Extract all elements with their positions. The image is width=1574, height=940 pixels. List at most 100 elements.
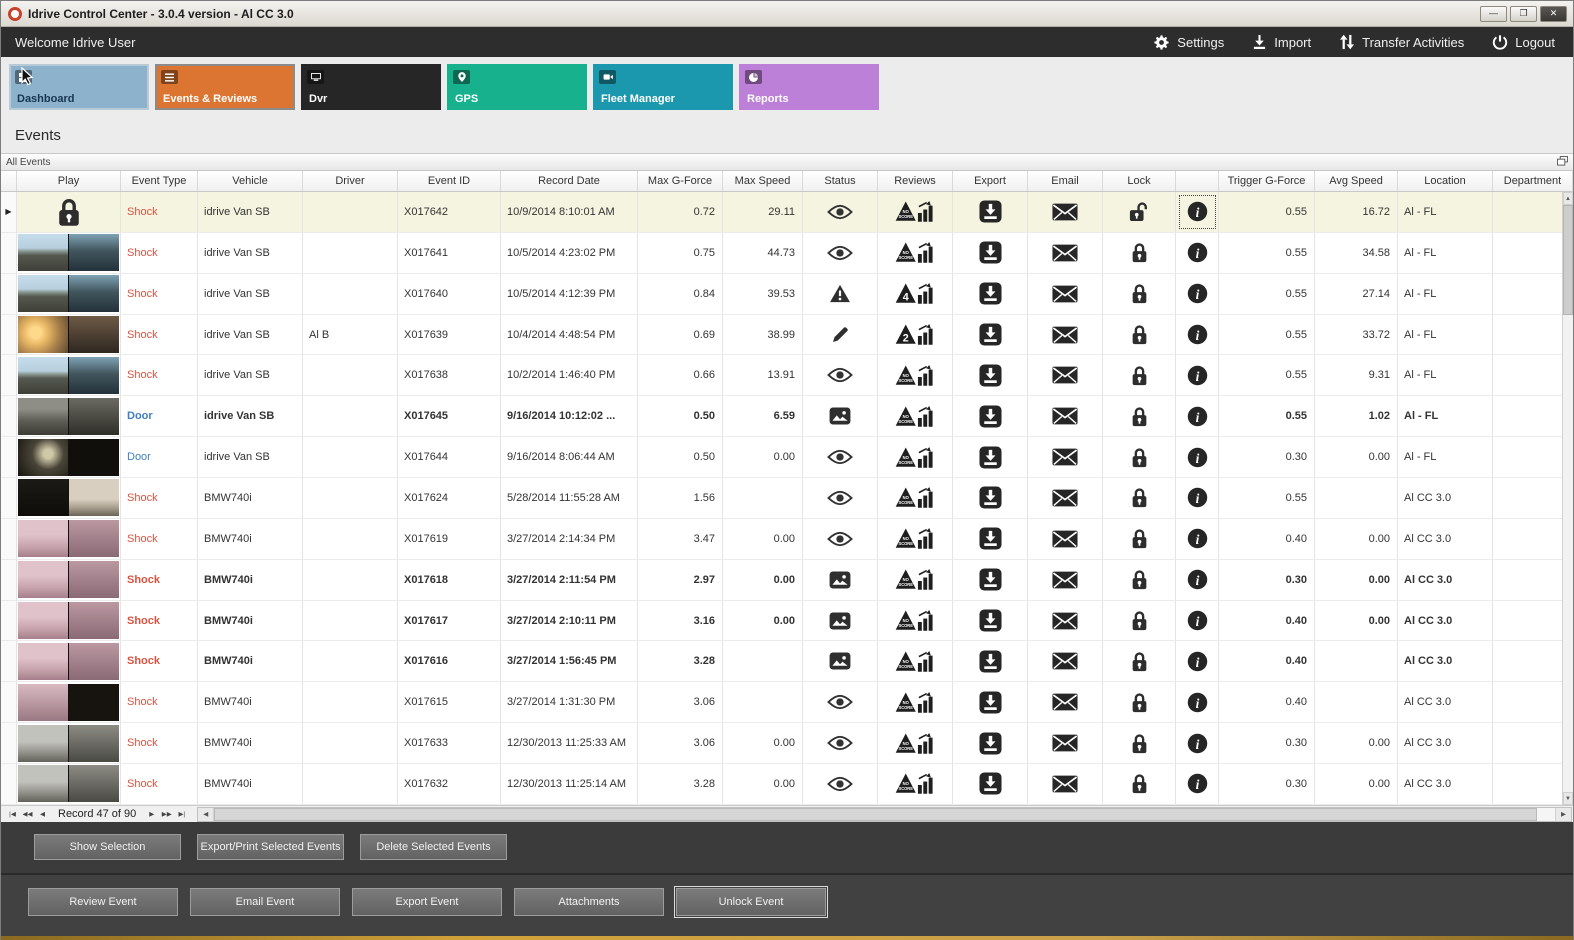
- column-header-location[interactable]: Location: [1398, 171, 1493, 191]
- table-row[interactable]: Shock idrive Van SB X017638 10/2/2014 1:46:…: [1, 355, 1573, 397]
- tab-events-reviews[interactable]: Events & Reviews: [155, 64, 295, 110]
- vertical-scrollbar-thumb[interactable]: [1563, 205, 1573, 315]
- export-icon[interactable]: [953, 478, 1028, 518]
- column-header-lock[interactable]: Lock: [1103, 171, 1176, 191]
- event-video-thumbnail[interactable]: [17, 600, 121, 641]
- table-row[interactable]: Shock BMW740i X017624 5/28/2014 11:55:28 AM…: [1, 478, 1573, 519]
- event-video-thumbnail[interactable]: [17, 396, 121, 437]
- lock-icon[interactable]: [1103, 641, 1176, 682]
- info-icon[interactable]: i: [1176, 355, 1219, 396]
- tab-dvr[interactable]: Dvr: [301, 64, 441, 110]
- export-icon[interactable]: [953, 396, 1028, 437]
- reviews-score-icon[interactable]: NO SCORE: [878, 478, 953, 518]
- column-header-blank[interactable]: [1176, 171, 1219, 191]
- event-video-thumbnail[interactable]: [17, 314, 121, 355]
- export-icon[interactable]: [953, 559, 1028, 600]
- export-icon[interactable]: [953, 682, 1028, 723]
- info-icon[interactable]: i: [1176, 437, 1219, 478]
- status-image-icon[interactable]: [803, 559, 878, 600]
- vertical-scrollbar[interactable]: ▲ ▼: [1562, 192, 1573, 805]
- unlock-icon[interactable]: [1103, 192, 1176, 232]
- email-icon[interactable]: [1028, 396, 1103, 437]
- info-icon[interactable]: i: [1176, 600, 1219, 641]
- status-warning-icon[interactable]: [803, 273, 878, 314]
- tab-fleet-manager[interactable]: Fleet Manager: [593, 64, 733, 110]
- email-icon[interactable]: [1028, 232, 1103, 273]
- lock-icon[interactable]: [1103, 518, 1176, 559]
- column-header-max-g-force[interactable]: Max G-Force: [638, 171, 723, 191]
- info-icon[interactable]: i: [1176, 764, 1219, 804]
- lock-icon[interactable]: [1103, 600, 1176, 641]
- export-print-selected-button[interactable]: Export/Print Selected Events: [197, 834, 344, 860]
- table-row[interactable]: Door idrive Van SB X017645 9/16/2014 10:12:…: [1, 396, 1573, 438]
- table-row[interactable]: Shock idrive Van SB X017641 10/5/2014 4:23:…: [1, 232, 1573, 274]
- minimize-button[interactable]: —: [1480, 5, 1507, 22]
- export-icon[interactable]: [953, 641, 1028, 682]
- info-icon[interactable]: i: [1176, 682, 1219, 723]
- reviews-score-icon[interactable]: NO SCORE: [878, 232, 953, 273]
- export-event-button[interactable]: Export Event: [352, 888, 502, 916]
- info-icon[interactable]: i: [1176, 559, 1219, 600]
- status-image-icon[interactable]: [803, 641, 878, 682]
- tab-reports[interactable]: Reports: [739, 64, 879, 110]
- unlock-event-button[interactable]: Unlock Event: [674, 886, 828, 918]
- event-video-thumbnail[interactable]: [17, 764, 121, 804]
- export-icon[interactable]: [953, 355, 1028, 396]
- export-icon[interactable]: [953, 723, 1028, 764]
- review-event-button[interactable]: Review Event: [28, 888, 178, 916]
- status-eye-icon[interactable]: [803, 232, 878, 273]
- info-icon[interactable]: i: [1176, 192, 1219, 232]
- reviews-score-icon[interactable]: NO SCORE: [878, 764, 953, 804]
- reviews-score-icon[interactable]: 2: [878, 314, 953, 355]
- column-header-email[interactable]: Email: [1028, 171, 1103, 191]
- event-video-thumbnail[interactable]: [17, 478, 121, 518]
- horizontal-scrollbar[interactable]: ◀ ▶: [197, 806, 1572, 822]
- reviews-score-icon[interactable]: NO SCORE: [878, 396, 953, 437]
- lock-icon[interactable]: [1103, 723, 1176, 764]
- export-icon[interactable]: [953, 232, 1028, 273]
- show-selection-button[interactable]: Show Selection: [34, 834, 181, 860]
- email-icon[interactable]: [1028, 682, 1103, 723]
- tab-dashboard[interactable]: Dashboard: [9, 64, 149, 110]
- email-icon[interactable]: [1028, 641, 1103, 682]
- prev-page-button[interactable]: ◀◀: [20, 808, 35, 821]
- event-video-thumbnail[interactable]: [17, 273, 121, 314]
- event-video-thumbnail[interactable]: [17, 682, 121, 723]
- column-header-driver[interactable]: Driver: [303, 171, 398, 191]
- info-icon[interactable]: i: [1176, 314, 1219, 355]
- email-icon[interactable]: [1028, 437, 1103, 478]
- reviews-score-icon[interactable]: NO SCORE: [878, 437, 953, 478]
- status-pencil-icon[interactable]: [803, 314, 878, 355]
- info-icon[interactable]: i: [1176, 396, 1219, 437]
- lock-icon[interactable]: [1103, 559, 1176, 600]
- email-event-button[interactable]: Email Event: [190, 888, 340, 916]
- status-image-icon[interactable]: [803, 600, 878, 641]
- tab-gps[interactable]: GPS: [447, 64, 587, 110]
- column-header-department[interactable]: Department: [1493, 171, 1573, 191]
- last-record-button[interactable]: ▶|: [174, 808, 189, 821]
- status-eye-icon[interactable]: [803, 478, 878, 518]
- table-row[interactable]: Shock idrive Van SB X017640 10/5/2014 4:12:…: [1, 273, 1573, 315]
- export-icon[interactable]: [953, 314, 1028, 355]
- lock-icon[interactable]: [1103, 355, 1176, 396]
- export-icon[interactable]: [953, 518, 1028, 559]
- reviews-score-icon[interactable]: NO SCORE: [878, 355, 953, 396]
- status-eye-icon[interactable]: [803, 518, 878, 559]
- email-icon[interactable]: [1028, 478, 1103, 518]
- export-icon[interactable]: [953, 764, 1028, 804]
- status-eye-icon[interactable]: [803, 682, 878, 723]
- lock-icon[interactable]: [1103, 682, 1176, 723]
- column-header-record-date[interactable]: Record Date: [501, 171, 638, 191]
- reviews-score-icon[interactable]: NO SCORE: [878, 723, 953, 764]
- table-row[interactable]: Shock BMW740i X017619 3/27/2014 2:14:34 PM 3…: [1, 518, 1573, 560]
- import-button[interactable]: Import: [1252, 34, 1311, 50]
- event-video-thumbnail[interactable]: [17, 559, 121, 600]
- close-button[interactable]: ✕: [1540, 5, 1567, 22]
- email-icon[interactable]: [1028, 355, 1103, 396]
- maximize-button[interactable]: ❐: [1510, 5, 1537, 22]
- info-icon[interactable]: i: [1176, 232, 1219, 273]
- event-video-thumbnail[interactable]: [17, 355, 121, 396]
- prev-record-button[interactable]: ◀: [35, 808, 50, 821]
- column-header-status[interactable]: Status: [803, 171, 878, 191]
- email-icon[interactable]: [1028, 273, 1103, 314]
